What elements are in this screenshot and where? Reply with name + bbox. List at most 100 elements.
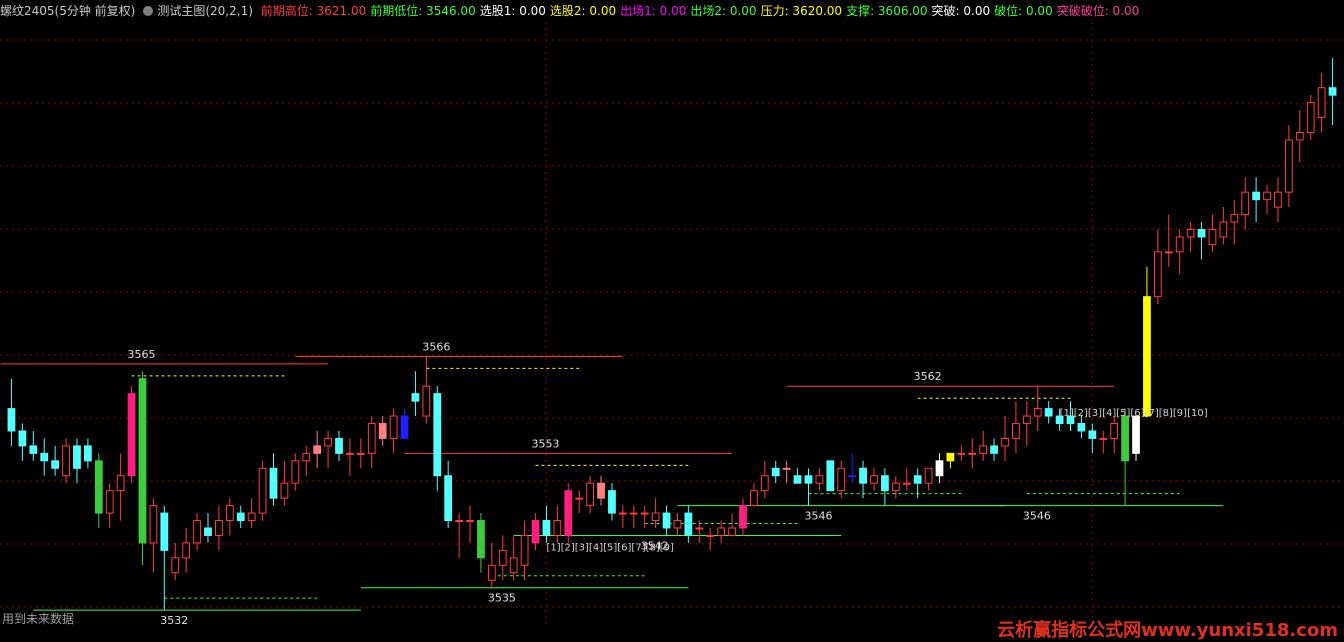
candle-body (455, 520, 463, 523)
bar-count-label: [1][2][3][4][5][6][7][8][9][10] (1060, 408, 1208, 419)
candle-body (422, 385, 431, 417)
candle-body (520, 534, 529, 566)
candle-body (84, 445, 92, 462)
candle-body (1110, 423, 1119, 439)
candle-body (848, 475, 857, 478)
pivot-price-label: 3553 (532, 437, 560, 450)
candle-body (247, 512, 256, 522)
candle-body (815, 475, 824, 484)
candle-body (1121, 415, 1129, 462)
candle-body (1263, 191, 1271, 201)
candle-body (990, 445, 998, 454)
indicator-value: 选股2: 0.00 (549, 4, 617, 18)
symbol-title[interactable]: 螺纹2405(5分钟 前复权) (0, 4, 135, 18)
candle-body (171, 557, 180, 574)
candle-body (1252, 191, 1260, 201)
candle-body (116, 475, 125, 492)
candle-body (477, 520, 485, 559)
candle-body (73, 445, 81, 469)
candle-body (280, 482, 289, 499)
candle-body (793, 475, 802, 484)
candle-body (18, 430, 27, 447)
candle-body (760, 475, 769, 492)
candle-body (739, 505, 747, 529)
candle-body (1274, 191, 1282, 208)
candle-body (1143, 296, 1151, 417)
indicator-value: 压力: 3620.00 (760, 4, 843, 18)
candlestick-chart[interactable]: 356535323566353535533542354635623546[1][… (0, 0, 1344, 639)
candle-body (400, 415, 409, 439)
candle-body (706, 534, 715, 537)
candle-body (389, 415, 398, 439)
candle-body (313, 445, 322, 454)
candle-body (673, 520, 682, 529)
candle-body (750, 490, 758, 507)
indicator-value: 突破破位: 0.00 (1056, 4, 1140, 18)
candle-body (629, 512, 638, 515)
candle-body (881, 475, 889, 492)
candle-body (979, 445, 988, 454)
candle-body (51, 460, 60, 469)
candle-body (1306, 102, 1315, 133)
candle-body (1186, 228, 1195, 238)
candle-body (1317, 87, 1326, 119)
settings-gear-icon[interactable] (143, 6, 154, 16)
candle-body (367, 423, 376, 454)
candle-body (837, 467, 846, 492)
candle-body (1284, 139, 1293, 193)
candle-body (7, 408, 16, 432)
candle-body (870, 475, 878, 484)
candle-body (826, 460, 835, 492)
pivot-price-label: 3562 (914, 370, 942, 383)
candle-body (269, 467, 278, 499)
candle-body (586, 482, 594, 507)
pivot-price-label: 3546 (1023, 510, 1051, 523)
site-watermark: 云析赢指标公式网www.yunxi518.com (997, 620, 1338, 641)
candle-body (1219, 221, 1228, 238)
candle-body (193, 520, 201, 544)
candle-body (575, 497, 584, 500)
candle-body (411, 393, 420, 402)
candle-body (149, 505, 158, 544)
candle-body (1099, 437, 1108, 440)
candle-body (302, 452, 311, 462)
candle-body (804, 475, 813, 484)
candle-body (236, 512, 245, 522)
candle-body (356, 452, 365, 455)
candle-body (902, 482, 911, 485)
candle-body (94, 460, 103, 514)
candle-body (1175, 236, 1184, 253)
candle-body (258, 467, 267, 514)
candle-body (138, 378, 147, 544)
candle-body (378, 423, 387, 439)
candle-body (1012, 423, 1020, 439)
indicator-value: 突破: 0.00 (931, 4, 991, 18)
candle-body (335, 437, 343, 454)
candle-body (968, 452, 977, 455)
candle-body (640, 512, 649, 515)
candle-body (1153, 251, 1162, 298)
candle-body (204, 527, 212, 536)
candle-body (859, 467, 867, 484)
candle-body (531, 520, 540, 544)
candle-body (684, 512, 693, 536)
pivot-price-label: 3565 (128, 348, 156, 361)
candle-body (542, 520, 551, 536)
candle-body (891, 482, 900, 492)
candle-body (29, 445, 38, 454)
candle-body (913, 475, 922, 484)
candle-body (466, 520, 474, 523)
candle-body (695, 527, 704, 530)
candle-body (291, 460, 300, 484)
indicator-name[interactable]: 测试主图(20,2,1) (157, 4, 253, 18)
candle-body (924, 467, 933, 484)
candle-body (957, 452, 966, 455)
candle-body (1001, 437, 1009, 447)
candle-body (618, 512, 627, 515)
candle-body (1077, 423, 1086, 432)
candle-body (564, 490, 573, 536)
pivot-price-label: 3546 (804, 510, 832, 523)
candle-body (717, 527, 726, 536)
indicator-value: 前期低位: 3546.00 (370, 4, 476, 18)
indicator-value: 支撑: 3606.00 (846, 4, 928, 18)
